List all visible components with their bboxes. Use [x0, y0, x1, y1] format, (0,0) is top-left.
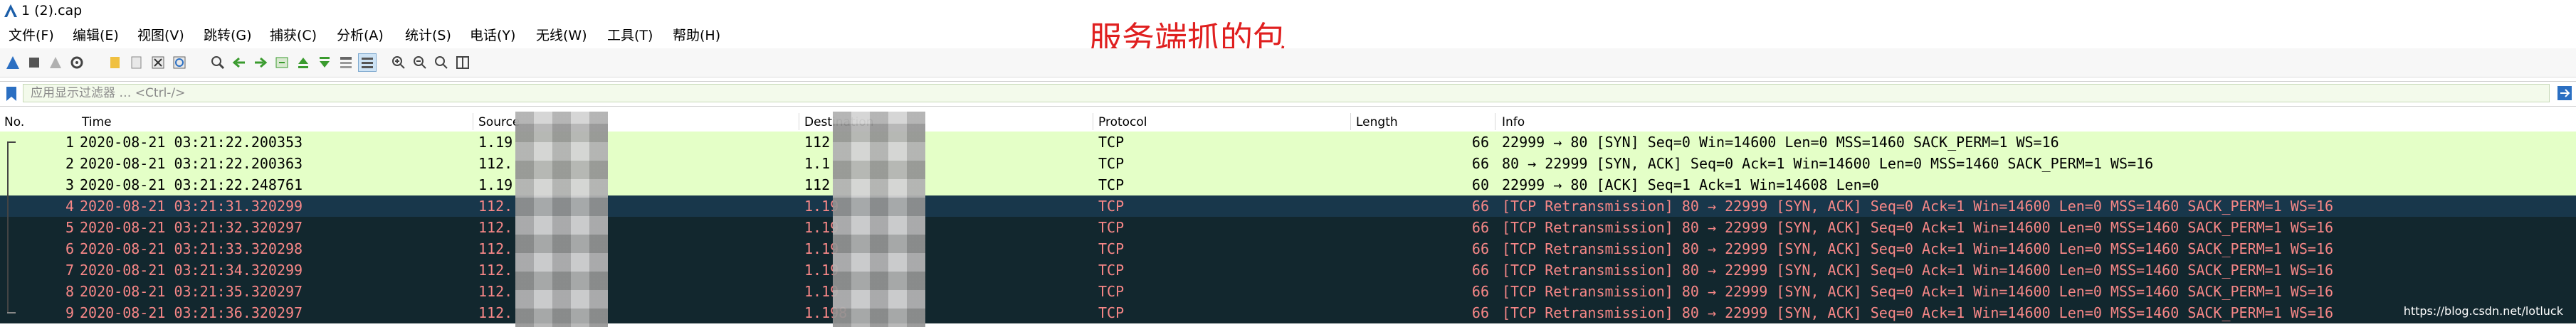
packet-row[interactable]: 2 2020-08-21 03:21:22.200363 112. 1.1 TCP 66 8… [0, 153, 2576, 174]
packet-list: No. Time Source Destination Protocol Len… [0, 112, 2576, 327]
normal-size-icon[interactable] [433, 54, 450, 71]
display-filter-bar [0, 81, 2576, 107]
menu-file[interactable]: 文件(F) [9, 26, 54, 45]
redaction-block [833, 112, 925, 327]
menu-analyze[interactable]: 分析(A) [337, 26, 384, 45]
column-header-protocol[interactable]: Protocol [1098, 114, 1147, 130]
related-packets-cap [7, 312, 16, 313]
menu-telephony[interactable]: 电话(Y) [470, 26, 515, 45]
bookmark-icon[interactable] [4, 85, 19, 102]
colorize-icon[interactable] [358, 53, 377, 72]
menu-help[interactable]: 帮助(H) [673, 26, 720, 45]
zoom-in-icon[interactable] [390, 54, 407, 71]
packet-row[interactable]: 8 2020-08-21 03:21:35.320297 112. 1.19 TCP 66… [0, 281, 2576, 302]
menu-go[interactable]: 跳转(G) [204, 26, 252, 45]
packet-length: 66 [1471, 262, 1489, 279]
menu-bar: 文件(F) 编辑(E) 视图(V) 跳转(G) 捕获(C) 分析(A) 统计(S… [0, 23, 2576, 48]
packet-length: 66 [1471, 198, 1489, 215]
column-header-time[interactable]: Time [82, 114, 112, 130]
column-header-length[interactable]: Length [1356, 114, 1398, 130]
go-last-icon[interactable] [316, 54, 333, 71]
packet-list-header: No. Time Source Destination Protocol Len… [0, 112, 2576, 132]
window-title: 1 (2).cap [21, 3, 83, 18]
reload-file-icon[interactable] [171, 54, 188, 71]
packet-info: 80 → 22999 [SYN, ACK] Seq=0 Ack=1 Win=14… [1502, 155, 2154, 172]
column-header-source[interactable]: Source [478, 114, 520, 130]
resize-columns-icon[interactable] [454, 54, 471, 71]
watermark: https://blog.csdn.net/lotluck [2403, 304, 2563, 318]
menu-capture[interactable]: 捕获(C) [270, 26, 317, 45]
packet-row-selected[interactable]: 4 2020-08-21 03:21:31.320299 112. 1.19 TCP 66… [0, 195, 2576, 217]
related-packets-cap [7, 141, 16, 143]
packet-length: 66 [1471, 155, 1489, 172]
capture-options-icon[interactable] [68, 54, 85, 71]
packet-info: [TCP Retransmission] 80 → 22999 [SYN, AC… [1502, 198, 2333, 215]
menu-wireless[interactable]: 无线(W) [536, 26, 587, 45]
menu-edit[interactable]: 编辑(E) [73, 26, 119, 45]
autoscroll-icon[interactable] [337, 54, 354, 71]
column-separator[interactable] [1350, 113, 1351, 130]
packet-info: [TCP Retransmission] 80 → 22999 [SYN, AC… [1502, 283, 2333, 300]
packet-length: 66 [1471, 240, 1489, 257]
stop-capture-icon[interactable] [26, 54, 43, 71]
main-toolbar [0, 48, 2576, 77]
packet-length: 60 [1471, 176, 1489, 193]
packet-row[interactable]: 3 2020-08-21 03:21:22.248761 1.19 112 TCP 60 2… [0, 174, 2576, 195]
wireshark-app-icon [4, 4, 17, 17]
go-to-packet-icon[interactable] [273, 54, 290, 71]
display-filter-input[interactable] [23, 84, 2550, 102]
related-packets-indicator [7, 142, 9, 313]
redaction-block [515, 112, 608, 327]
column-header-no[interactable]: No. [4, 114, 24, 130]
packet-info: [TCP Retransmission] 80 → 22999 [SYN, AC… [1502, 240, 2333, 257]
find-packet-icon[interactable] [209, 54, 226, 71]
menu-tools[interactable]: 工具(T) [607, 26, 653, 45]
packet-info: [TCP Retransmission] 80 → 22999 [SYN, AC… [1502, 262, 2333, 279]
menu-view[interactable]: 视图(V) [137, 26, 184, 45]
go-first-icon[interactable] [295, 54, 312, 71]
apply-filter-arrow-icon[interactable] [2557, 85, 2572, 101]
restart-capture-icon[interactable] [47, 54, 64, 71]
shark-fin-start-icon[interactable] [4, 54, 21, 71]
column-header-info[interactable]: Info [1502, 114, 1525, 130]
go-back-icon[interactable] [231, 54, 248, 71]
packet-info: 22999 → 80 [SYN] Seq=0 Win=14600 Len=0 M… [1502, 134, 2059, 151]
packet-row[interactable]: 7 2020-08-21 03:21:34.320299 112. 1.19 TCP 66… [0, 259, 2576, 281]
menu-statistics[interactable]: 统计(S) [405, 26, 451, 45]
close-file-icon[interactable] [149, 54, 167, 71]
packet-length: 66 [1471, 283, 1489, 300]
go-forward-icon[interactable] [252, 54, 269, 71]
packet-info: 22999 → 80 [ACK] Seq=1 Ack=1 Win=14608 L… [1502, 176, 1879, 193]
packet-row[interactable]: 1 2020-08-21 03:21:22.200353 1.19 112 TCP 66 2… [0, 132, 2576, 153]
packet-length: 66 [1471, 134, 1489, 151]
open-file-icon[interactable] [107, 54, 124, 71]
zoom-out-icon[interactable] [411, 54, 429, 71]
packet-info: [TCP Retransmission] 80 → 22999 [SYN, AC… [1502, 304, 2333, 321]
title-bar: 1 (2).cap [0, 0, 2576, 21]
packet-length: 66 [1471, 304, 1489, 321]
packet-row[interactable]: 6 2020-08-21 03:21:33.320298 112. 1.19 TCP 66… [0, 238, 2576, 259]
packet-row[interactable]: 9 2020-08-21 03:21:36.320297 112. 1.198 TCP 6… [0, 302, 2576, 323]
packet-length: 66 [1471, 219, 1489, 236]
save-file-icon[interactable] [128, 54, 145, 71]
packet-info: [TCP Retransmission] 80 → 22999 [SYN, AC… [1502, 219, 2333, 236]
packet-row[interactable]: 5 2020-08-21 03:21:32.320297 112. 1.19 TCP 66… [0, 217, 2576, 238]
